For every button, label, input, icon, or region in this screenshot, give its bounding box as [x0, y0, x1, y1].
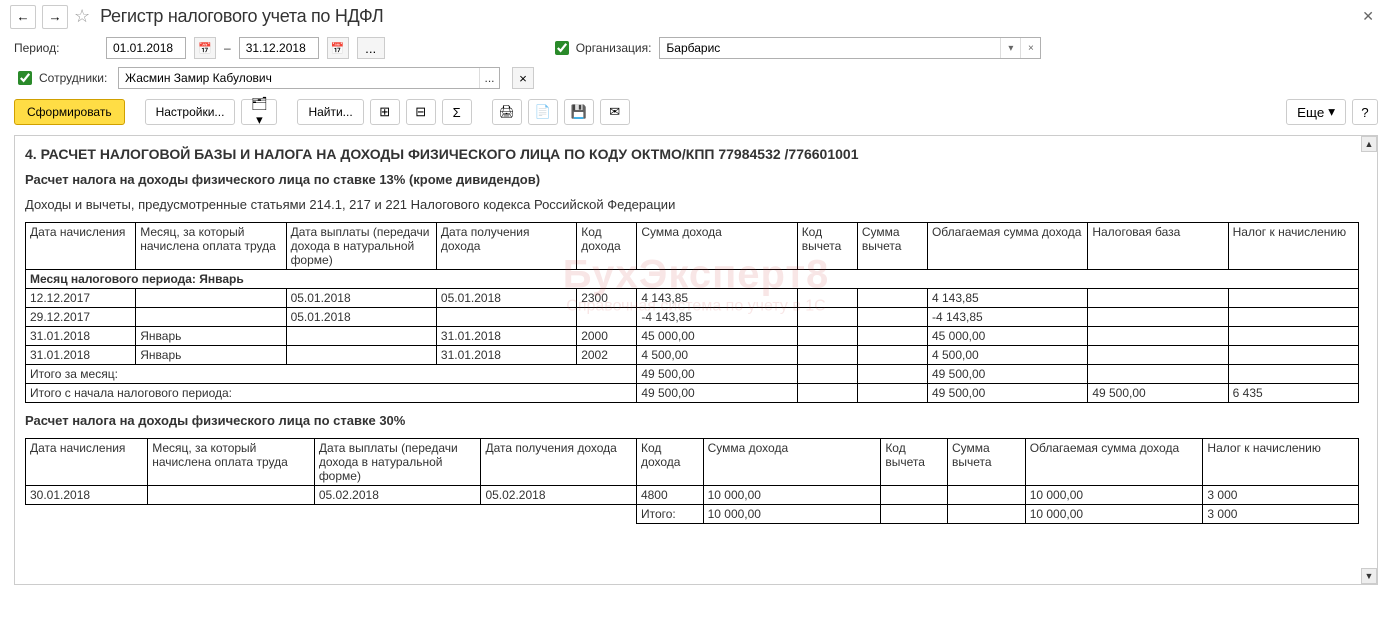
employees-checkbox[interactable]	[18, 71, 32, 85]
calendar-to-icon[interactable]: 📅	[327, 37, 349, 59]
dropdown-icon[interactable]: ▾	[1000, 38, 1020, 58]
th30-c10: Налог к начислению	[1203, 439, 1359, 486]
nav-forward-button[interactable]: →	[42, 5, 68, 29]
print-icon[interactable]: 🖨	[492, 99, 522, 125]
date-from-input[interactable]	[106, 37, 186, 59]
close-icon[interactable]: ✕	[1354, 4, 1382, 29]
more-button[interactable]: Еще ▾	[1286, 99, 1346, 125]
save-icon[interactable]: 💾	[564, 99, 594, 125]
help-button[interactable]: ?	[1352, 99, 1378, 125]
th30-c5: Сумма дохода	[703, 439, 881, 486]
clear-organization-icon[interactable]: ×	[1020, 38, 1040, 58]
organization-checkbox[interactable]	[555, 41, 569, 55]
th30-c6: Код вычета	[881, 439, 948, 486]
settings-button[interactable]: Настройки...	[145, 99, 236, 125]
th-c8: Облагаемая сумма дохода	[927, 223, 1087, 270]
subsection-30-title: Расчет налога на доходы физического лица…	[25, 413, 1367, 428]
table-row: 12.12.2017 05.01.2018 05.01.2018 2300 4 …	[26, 289, 1359, 308]
settings-manage-icon[interactable]: 🗂▾	[241, 99, 277, 125]
table-30: Дата начисления Месяц, за который начисл…	[25, 438, 1359, 524]
report-area: БухЭксперт8 Справочная система по учету …	[14, 135, 1378, 585]
table-row: 30.01.2018 05.02.2018 05.02.2018 4800 10…	[26, 486, 1359, 505]
total-month-row: Итого за месяц: 49 500,00 49 500,00	[26, 365, 1359, 384]
generate-button[interactable]: Сформировать	[14, 99, 125, 125]
chevron-down-icon: ▾	[1328, 104, 1335, 120]
th30-c3: Дата получения дохода	[481, 439, 637, 486]
email-icon[interactable]: ✉	[600, 99, 630, 125]
favorite-star-icon[interactable]: ☆	[74, 6, 90, 27]
scroll-down-icon[interactable]: ▼	[1361, 568, 1377, 584]
th30-c8: Облагаемая сумма дохода	[1025, 439, 1203, 486]
clear-employees-button[interactable]: ×	[512, 67, 534, 89]
th-c0: Дата начисления	[26, 223, 136, 270]
table-row: 31.01.2018 Январь 31.01.2018 2000 45 000…	[26, 327, 1359, 346]
th-c2: Дата выплаты (передачи дохода в натураль…	[286, 223, 436, 270]
employees-picker-icon[interactable]: ...	[479, 68, 499, 88]
scroll-up-icon[interactable]: ▲	[1361, 136, 1377, 152]
period-picker-button[interactable]: ...	[357, 37, 385, 59]
th30-c1: Месяц, за который начислена оплата труда	[148, 439, 315, 486]
subsection-13-title: Расчет налога на доходы физического лица…	[25, 172, 1367, 187]
total-period-row: Итого с начала налогового периода: 49 50…	[26, 384, 1359, 403]
th-c4: Код дохода	[577, 223, 637, 270]
group-header: Месяц налогового периода: Январь	[26, 270, 1359, 289]
expand-groups-icon[interactable]: ⊞	[370, 99, 400, 125]
period-label: Период:	[14, 41, 98, 55]
section-title: 4. РАСЧЕТ НАЛОГОВОЙ БАЗЫ И НАЛОГА НА ДОХ…	[25, 146, 1367, 162]
find-button[interactable]: Найти...	[297, 99, 363, 125]
employees-input[interactable]	[119, 68, 479, 88]
th-c9: Налоговая база	[1088, 223, 1228, 270]
table-row: 31.01.2018 Январь 31.01.2018 2002 4 500,…	[26, 346, 1359, 365]
total-30-row: Итого: 10 000,00 10 000,00 3 000	[26, 505, 1359, 524]
page-title: Регистр налогового учета по НДФЛ	[100, 6, 383, 27]
employees-field[interactable]: ...	[118, 67, 500, 89]
organization-label: Организация:	[576, 41, 652, 55]
table-13: Дата начисления Месяц, за который начисл…	[25, 222, 1359, 403]
th-c7: Сумма вычета	[857, 223, 927, 270]
sum-icon[interactable]: Σ	[442, 99, 472, 125]
th30-c4: Код дохода	[636, 439, 703, 486]
date-to-input[interactable]	[239, 37, 319, 59]
note-text: Доходы и вычеты, предусмотренные статьям…	[25, 197, 1367, 212]
organization-input[interactable]	[660, 38, 1000, 58]
th-c10: Налог к начислению	[1228, 223, 1358, 270]
th-c5: Сумма дохода	[637, 223, 797, 270]
table-row: 29.12.2017 05.01.2018 -4 143,85 -4 143,8…	[26, 308, 1359, 327]
employees-label: Сотрудники:	[39, 71, 107, 85]
th-c3: Дата получения дохода	[436, 223, 576, 270]
th-c6: Код вычета	[797, 223, 857, 270]
organization-field[interactable]: ▾ ×	[659, 37, 1041, 59]
calendar-from-icon[interactable]: 📅	[194, 37, 216, 59]
th-c1: Месяц, за который начислена оплата труда	[136, 223, 286, 270]
date-separator: –	[224, 41, 231, 55]
nav-back-button[interactable]: ←	[10, 5, 36, 29]
th30-c0: Дата начисления	[26, 439, 148, 486]
preview-icon[interactable]: 📄	[528, 99, 558, 125]
collapse-groups-icon[interactable]: ⊟	[406, 99, 436, 125]
th30-c7: Сумма вычета	[947, 439, 1025, 486]
th30-c2: Дата выплаты (передачи дохода в натураль…	[314, 439, 481, 486]
